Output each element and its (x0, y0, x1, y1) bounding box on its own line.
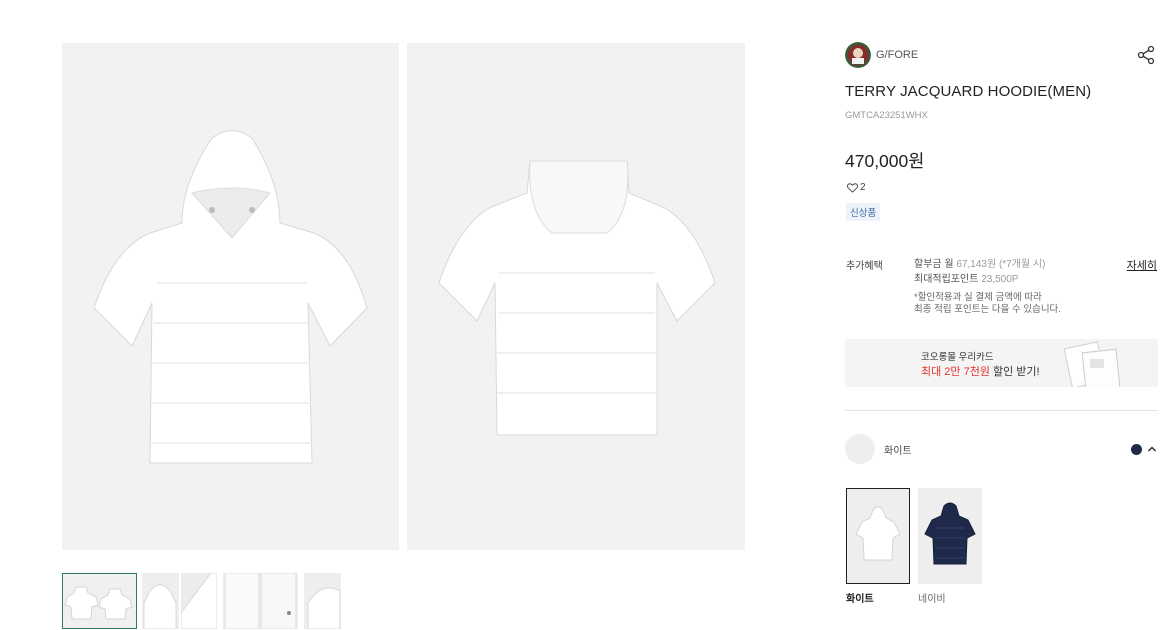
variant-navy-image (918, 488, 982, 584)
product-title: TERRY JACQUARD HOODIE(MEN) (845, 83, 1092, 100)
like-button[interactable]: 2 (847, 182, 866, 193)
points-line: 최대적립포인트 23,500P (914, 272, 1045, 287)
thumbnail-front-back[interactable] (62, 573, 137, 629)
benefits-note-line: 최종 적립 포인트는 다을 수 있습니다. (914, 303, 1061, 315)
variant-image (918, 488, 982, 584)
card-promo-highlight: 최대 2만 7천원 (921, 366, 990, 378)
brand-logo[interactable] (845, 42, 871, 68)
points-amount: 23,500P (981, 274, 1019, 285)
variant-white-label: 화이트 (846, 594, 874, 605)
variant-image (846, 488, 910, 584)
chevron-up-icon[interactable] (1146, 443, 1158, 455)
hoodie-front-illustration (62, 43, 399, 550)
main-image-back[interactable] (407, 43, 745, 550)
points-prefix: 최대적립포인트 (914, 274, 979, 285)
card-promo-title: 코오롱몰 우리카드 (921, 352, 994, 363)
thumbnail-image (62, 573, 137, 629)
benefits-note: *할인적용과 실 결제 금액에 따라 최종 적립 포인트는 다을 수 있습니다. (914, 292, 1061, 315)
thumbnail-detail-3[interactable] (223, 573, 298, 629)
card-promo-suffix: 할인 받기! (993, 366, 1040, 378)
card-image-icon (1063, 341, 1120, 387)
installment-line: 할부금 월 67,143원 (*7개월 시) (914, 257, 1045, 272)
like-count: 2 (860, 182, 866, 193)
thumbnail-image (142, 573, 179, 629)
product-price: 470,000원 (845, 151, 925, 171)
main-image-front[interactable] (62, 43, 399, 550)
variant-navy[interactable]: 네이비 (918, 488, 982, 605)
card-promo-banner[interactable]: 코오롱몰 우리카드 최대 2만 7천원 할인 받기! (845, 339, 1158, 387)
selected-color-swatch (845, 434, 875, 464)
thumbnail-image (181, 573, 217, 629)
product-code: GMTCA23251WHX (845, 110, 928, 121)
brand-logo-image (845, 42, 871, 68)
color-selector[interactable]: 화이트 (845, 434, 1160, 464)
thumbnail-detail-1[interactable] (142, 573, 179, 629)
card-promo-offer: 최대 2만 7천원 할인 받기! (921, 363, 1040, 379)
section-divider (845, 410, 1158, 411)
variant-white-image (846, 488, 910, 584)
color-indicator-dot (1131, 444, 1142, 455)
installment-prefix: 할부금 월 (914, 259, 954, 270)
new-product-badge: 신상품 (846, 203, 881, 221)
brand-name[interactable]: G/FORE (876, 49, 918, 61)
benefits-label: 추가혜택 (846, 261, 883, 272)
selected-color-label: 화이트 (884, 446, 912, 457)
variant-white[interactable]: 화이트 (846, 488, 910, 605)
brand-row: G/FORE (845, 42, 1160, 68)
benefits-detail-link[interactable]: 자세히 (1127, 257, 1157, 273)
thumbnail-image (304, 573, 341, 629)
heart-icon (847, 182, 858, 193)
variant-navy-label: 네이비 (918, 594, 946, 605)
hoodie-back-illustration (407, 43, 745, 550)
thumbnail-detail-4[interactable] (304, 573, 341, 629)
share-icon[interactable] (1136, 45, 1156, 65)
thumbnail-image (223, 573, 298, 629)
product-info-panel: G/FORE TERRY JACQUARD HOODIE(MEN) GMTCA2… (845, 0, 1160, 630)
benefits-note-line: *할인적용과 실 결제 금액에 따라 (914, 292, 1042, 303)
thumbnail-detail-2[interactable] (181, 573, 217, 629)
benefits-list: 할부금 월 67,143원 (*7개월 시) 최대적립포인트 23,500P (914, 257, 1045, 287)
installment-amount: 67,143원 (*7개월 시) (956, 259, 1046, 270)
